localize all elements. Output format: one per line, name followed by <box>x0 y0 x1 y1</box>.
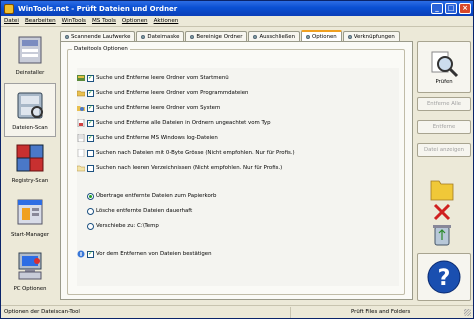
app-window: WinTools.net - Prüft Dateien und Ordner … <box>0 0 474 319</box>
options-panel: Dateitools Optionen ✓ Suche und Entferne… <box>60 41 413 300</box>
exclude-icon <box>253 34 258 39</box>
radio-button[interactable] <box>87 192 94 200</box>
help-button[interactable]: ? <box>417 253 471 301</box>
sidebar-item-dateien-scan[interactable]: Dateien-Scan <box>4 83 56 137</box>
system-folder-icon <box>77 106 85 111</box>
sidebar-item-label: Start-Manager <box>10 232 50 238</box>
help-icon: ? <box>427 260 461 294</box>
magnifier-icon <box>431 51 459 78</box>
svg-text:?: ? <box>438 266 451 291</box>
option-programmdateien[interactable]: ✓ Suche und Entferne leere Ordner vom Pr… <box>77 87 248 99</box>
menu-aktionen[interactable]: Aktionen <box>151 18 182 24</box>
checkbox[interactable]: ✓ <box>87 104 94 112</box>
tab-bar: Scannende Laufwerke Dateimaske Bereinige… <box>60 30 400 41</box>
startup-manager-icon <box>17 199 43 225</box>
menu-wintools[interactable]: WinTools <box>59 18 89 24</box>
folder-delete-recycle-icon <box>430 180 454 246</box>
empty-file-icon <box>77 149 85 157</box>
file-type-icon <box>77 119 85 127</box>
close-button[interactable]: × <box>459 3 471 14</box>
check-button[interactable]: Prüfen <box>417 41 471 93</box>
menu-ms-tools[interactable]: MS Tools <box>89 18 119 24</box>
sidebar-item-label: Registry-Scan <box>11 178 49 184</box>
minimize-button[interactable]: _ <box>431 3 443 14</box>
status-left: Optionen der Dateiscan-Tool <box>1 306 291 318</box>
sidebar-item-label: Dateien-Scan <box>12 125 48 131</box>
options-icon <box>306 34 310 39</box>
sidebar: Deinstaller Dateien-Scan Registry-Scan S… <box>4 29 56 301</box>
sidebar-item-start-manager[interactable]: Start-Manager <box>4 191 56 245</box>
shortcut-icon <box>347 34 352 39</box>
option-confirm-delete[interactable]: ✓ Vor dem Entfernen von Dateien bestätig… <box>77 248 212 260</box>
tab-optionen[interactable]: Optionen <box>301 30 342 41</box>
mask-icon <box>141 34 146 39</box>
checkbox[interactable] <box>87 164 94 172</box>
menu-optionen[interactable]: Optionen <box>119 18 151 24</box>
checkbox[interactable]: ✓ <box>87 134 94 142</box>
checkbox[interactable]: ✓ <box>87 250 94 258</box>
folder-clean-icon <box>190 34 195 39</box>
radio-recycle-bin[interactable]: Übertrage entfernte Dateien zum Papierko… <box>87 190 216 202</box>
tab-dateimaske[interactable]: Dateimaske <box>136 31 185 41</box>
sidebar-item-label: Deinstaller <box>15 70 45 76</box>
checkbox[interactable]: ✓ <box>87 74 94 82</box>
checkbox[interactable] <box>87 149 94 157</box>
drive-icon <box>65 34 69 39</box>
show-file-button[interactable]: Datei anzeigen <box>417 143 471 157</box>
menu-bar: Datei Bearbeiten WinTools MS Tools Optio… <box>1 16 473 27</box>
check-label: Prüfen <box>435 79 453 85</box>
status-right: Prüft Files and Folders <box>351 309 411 315</box>
folder-icon <box>77 90 85 97</box>
action-panel: Prüfen Entferne Alle Entferne Datei anze… <box>417 37 471 301</box>
radio-button[interactable] <box>87 222 94 230</box>
file-scan-icon <box>17 92 43 119</box>
options-group: Dateitools Optionen ✓ Suche und Entferne… <box>67 46 405 295</box>
resize-grip[interactable] <box>464 309 471 316</box>
tab-bereinige-ordner[interactable]: Bereinige Ordner <box>185 31 248 41</box>
option-zero-byte[interactable]: Suchen nach Dateien mit 0-Byte Grösse (N… <box>77 147 295 159</box>
tab-ausschliessen[interactable]: Ausschließen <box>248 31 300 41</box>
window-title: WinTools.net - Prüft Dateien und Ordner <box>18 4 178 13</box>
confirm-icon <box>77 250 85 258</box>
uninstaller-icon <box>18 36 42 64</box>
remove-button[interactable]: Entferne <box>417 120 471 134</box>
sidebar-item-pc-optionen[interactable]: PC Optionen <box>4 245 56 299</box>
title-bar[interactable]: WinTools.net - Prüft Dateien und Ordner … <box>1 1 473 16</box>
tab-verknuepfungen[interactable]: Verknüpfungen <box>342 31 400 41</box>
option-system[interactable]: ✓ Suche und Entferne leere Ordner vom Sy… <box>77 102 220 114</box>
sidebar-item-deinstaller[interactable]: Deinstaller <box>4 29 56 83</box>
startmenu-folder-icon <box>77 75 85 81</box>
pc-options-icon <box>18 252 42 280</box>
app-icon <box>4 3 14 14</box>
options-list: ✓ Suche und Entferne leere Ordner vom St… <box>77 68 399 286</box>
group-title: Dateitools Optionen <box>72 46 130 52</box>
menu-bearbeiten[interactable]: Bearbeiten <box>22 18 59 24</box>
empty-folder-icon <box>77 165 85 172</box>
option-log-files[interactable]: ✓ Suche und Entferne MS Windows log-Date… <box>77 132 218 144</box>
registry-scan-icon <box>16 144 44 172</box>
option-startmenu[interactable]: ✓ Suche und Entferne leere Ordner vom St… <box>77 72 229 84</box>
radio-move-to-temp[interactable]: Verschiebe zu: C:\Temp <box>87 220 159 232</box>
option-all-files[interactable]: ✓ Suche und Entferne alle Dateien in Ord… <box>77 117 271 129</box>
sidebar-item-label: PC Optionen <box>13 286 47 292</box>
checkbox[interactable]: ✓ <box>87 119 94 127</box>
sidebar-item-registry-scan[interactable]: Registry-Scan <box>4 137 56 191</box>
checkbox[interactable]: ✓ <box>87 89 94 97</box>
log-file-icon <box>77 134 85 142</box>
status-bar: Optionen der Dateiscan-Tool Prüft Files … <box>1 305 473 318</box>
remove-all-button[interactable]: Entferne Alle <box>417 97 471 111</box>
tab-scannende-laufwerke[interactable]: Scannende Laufwerke <box>60 31 136 41</box>
option-empty-dirs[interactable]: Suchen nach leeren Verzeichnissen (Nicht… <box>77 162 282 174</box>
radio-delete-permanently[interactable]: Lösche entfernte Dateien dauerhaft <box>87 205 192 217</box>
maximize-button[interactable]: □ <box>445 3 457 14</box>
menu-datei[interactable]: Datei <box>1 18 22 24</box>
radio-button[interactable] <box>87 207 94 215</box>
